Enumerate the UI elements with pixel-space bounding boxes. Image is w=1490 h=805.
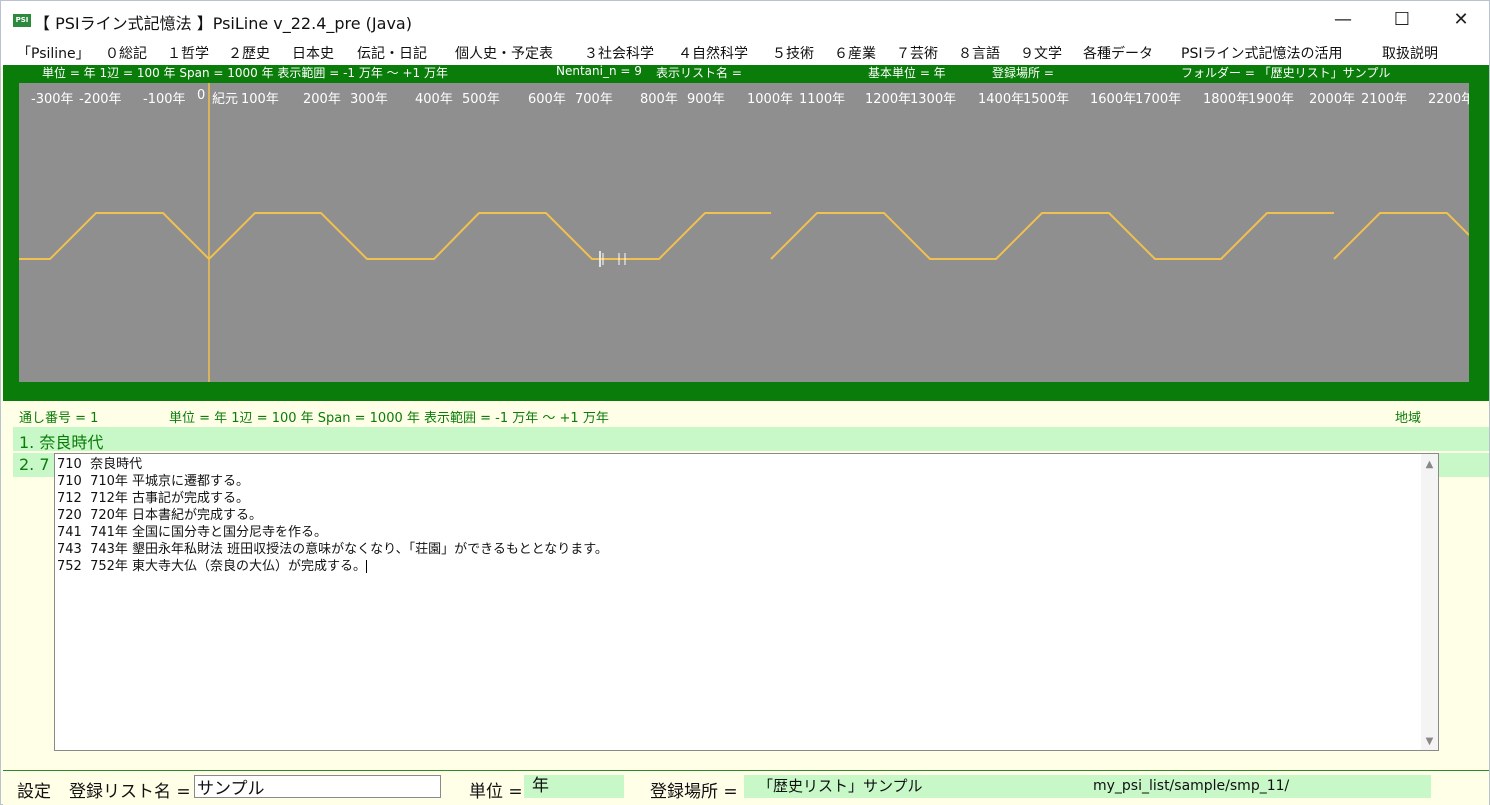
menu-history[interactable]: ２歴史 [228, 43, 270, 63]
timeline-unit-status: 単位 = 年 1辺 = 100 年 Span = 1000 年 表示範囲 = -… [42, 66, 448, 80]
scroll-up-icon[interactable]: ▲ [1421, 456, 1438, 473]
menu-bar: 「Psiline」 ０総記 １哲学 ２歴史 日本史 伝記・日記 個人史・予定表 … [1, 39, 1489, 65]
menu-literature[interactable]: ９文学 [1020, 43, 1062, 63]
menu-personal[interactable]: 個人史・予定表 [455, 43, 553, 63]
list-name-input[interactable] [194, 775, 441, 798]
list-item-label: 1. 奈良時代 [19, 433, 104, 452]
editor-line: 720 720年 日本書紀が完成する。 [57, 508, 263, 523]
location-label: 登録場所 = [650, 782, 738, 802]
list-name-status: 表示リスト名 = [656, 66, 742, 80]
maximize-button[interactable]: ☐ [1373, 1, 1431, 39]
menu-industry[interactable]: ６産業 [834, 43, 876, 63]
region-label: 地域 [1395, 411, 1422, 426]
list-item-label: 2. 7 [19, 455, 50, 474]
memo-textarea[interactable]: 710 奈良時代 710 710年 平城京に遷都する。 712 712年 古事記… [54, 453, 1439, 751]
vertical-scrollbar[interactable]: ▲ ▼ [1421, 454, 1438, 750]
editor-line: 741 741年 全国に国分寺と国分尼寺を作る。 [57, 525, 328, 540]
settings-button[interactable]: 設定 [17, 777, 51, 802]
menu-usage[interactable]: PSIライン式記憶法の活用 [1181, 43, 1342, 63]
menu-philosophy[interactable]: １哲学 [167, 43, 209, 63]
editor-line: 752 752年 東大寺大仏（奈良の大仏）が完成する。 [57, 558, 608, 575]
base-unit-status: 基本単位 = 年 [868, 66, 946, 80]
menu-japan-history[interactable]: 日本史 [292, 43, 334, 63]
location-value: 「歴史リスト」サンプル [744, 775, 1081, 798]
info-unit: 単位 = 年 1辺 = 100 年 Span = 1000 年 表示範囲 = -… [169, 411, 609, 426]
app-window: PSI 【 PSIライン式記憶法 】PsiLine v_22.4_pre (Ja… [0, 0, 1490, 805]
menu-data[interactable]: 各種データ [1083, 43, 1153, 63]
close-button[interactable]: ✕ [1432, 1, 1490, 39]
menu-social[interactable]: ３社会科学 [584, 43, 654, 63]
editor-line: 710 710年 平城京に遷都する。 [57, 474, 250, 489]
list-name-label: 登録リスト名 = [69, 782, 191, 802]
editor-line: 710 奈良時代 [57, 457, 143, 472]
unit-label: 単位 = [469, 782, 523, 802]
app-icon: PSI [13, 14, 31, 27]
menu-arts[interactable]: ７芸術 [896, 43, 938, 63]
psi-line-segment [1333, 212, 1469, 260]
menu-language[interactable]: ８言語 [958, 43, 1000, 63]
serial-number: 通し番号 = 1 [19, 411, 99, 426]
nentani-status: Nentani_n = 9 [556, 64, 642, 78]
menu-biography[interactable]: 伝記・日記 [357, 43, 427, 63]
folder-status: フォルダー = 「歴史リスト」サンプル [1181, 66, 1391, 80]
text-caret [366, 560, 368, 573]
menu-general[interactable]: ０総記 [105, 43, 147, 63]
psi-line-graph [19, 83, 1469, 382]
location-status: 登録場所 = [992, 66, 1054, 80]
menu-manual[interactable]: 取扱説明 [1382, 43, 1438, 63]
minimize-button[interactable]: — [1314, 1, 1372, 39]
title-bar: PSI 【 PSIライン式記憶法 】PsiLine v_22.4_pre (Ja… [1, 1, 1489, 39]
scroll-down-icon[interactable]: ▼ [1421, 733, 1438, 750]
editor-line: 743 743年 墾田永年私財法 班田収授法の意味がなくなり、「荘園」ができるも… [57, 542, 608, 557]
unit-value: 年 [524, 775, 624, 798]
menu-technology[interactable]: ５技術 [772, 43, 814, 63]
editor-line: 712 712年 古事記が完成する。 [57, 491, 250, 506]
editor-line-text: 752 752年 東大寺大仏（奈良の大仏）が完成する。 [57, 559, 367, 574]
psi-line-segment [770, 212, 1334, 260]
menu-psiline[interactable]: 「Psiline」 [17, 43, 90, 63]
menu-natural[interactable]: ４自然科学 [678, 43, 748, 63]
list-item[interactable]: 1. 奈良時代 [13, 427, 1489, 452]
timeline-panel: 単位 = 年 1辺 = 100 年 Span = 1000 年 表示範囲 = -… [3, 64, 1489, 401]
timeline-canvas[interactable]: -300年 -200年 -100年 0 紀元 100年 200年 300年 40… [19, 83, 1469, 382]
location-path: my_psi_list/sample/smp_11/ [1081, 775, 1431, 798]
window-title: 【 PSIライン式記憶法 】PsiLine v_22.4_pre (Java) [34, 14, 412, 33]
settings-bar: 設定 登録リスト名 = 単位 = 年 登録場所 = 「歴史リスト」サンプル my… [3, 770, 1489, 805]
psi-line-segment [19, 212, 771, 261]
